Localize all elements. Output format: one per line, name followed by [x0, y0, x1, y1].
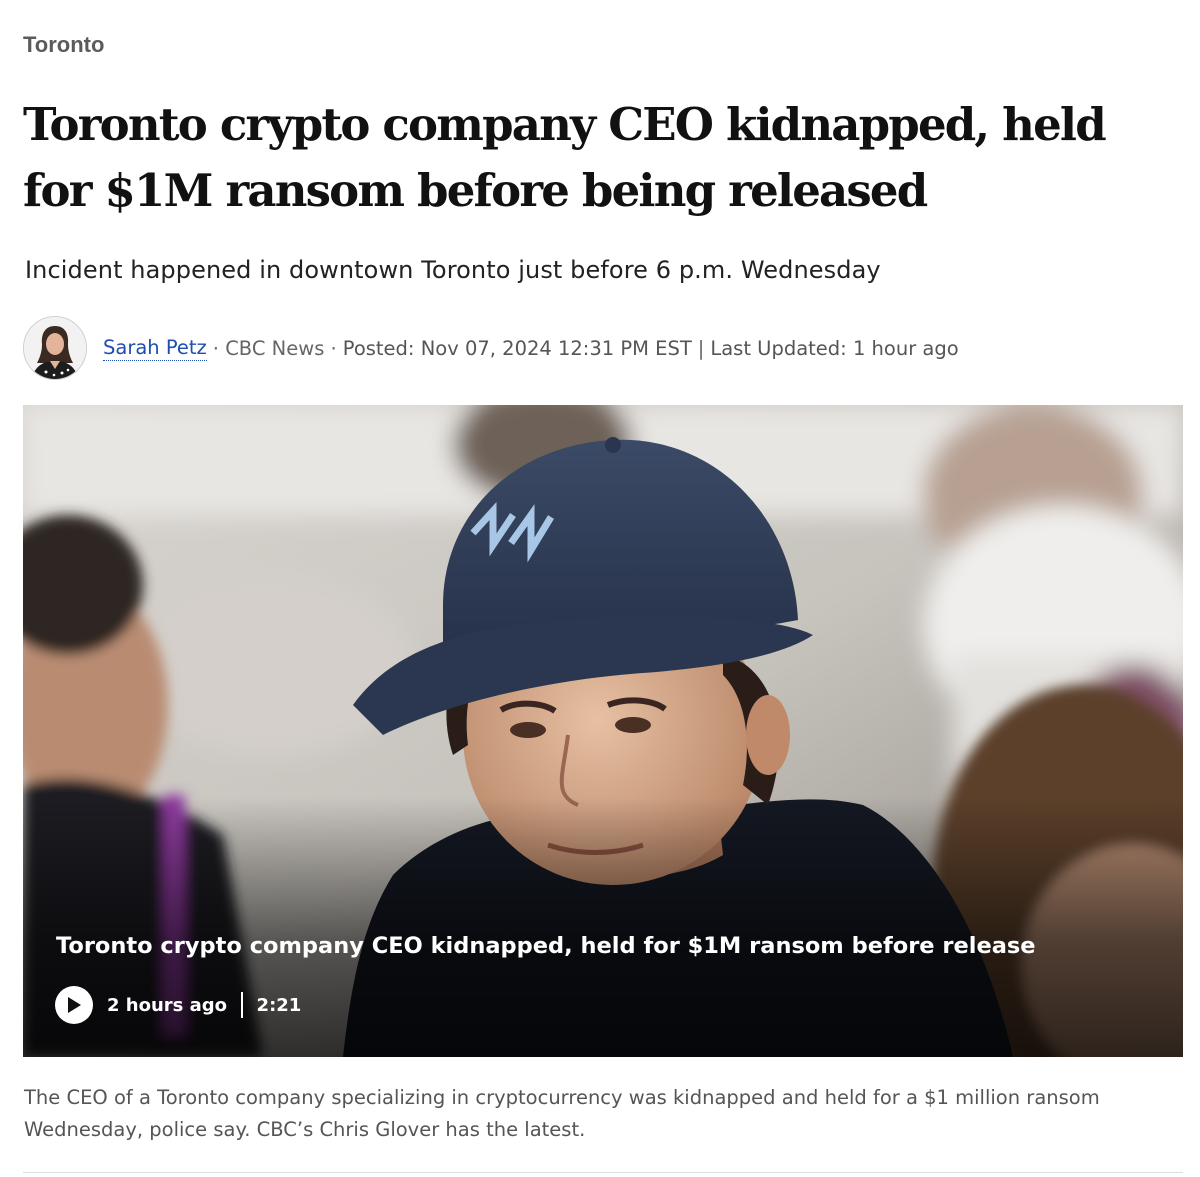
- video-title[interactable]: Toronto crypto company CEO kidnapped, he…: [56, 933, 1036, 959]
- video-age: 2 hours ago: [107, 994, 228, 1016]
- article-page: Toronto Toronto crypto company CEO kidna…: [0, 0, 1200, 1177]
- section-link-toronto[interactable]: Toronto: [23, 32, 104, 58]
- article-headline: Toronto crypto company CEO kidnapped, he…: [23, 98, 1107, 217]
- video-caption: The CEO of a Toronto company specializin…: [24, 1086, 1100, 1141]
- play-button[interactable]: [55, 986, 93, 1024]
- divider: [23, 1172, 1183, 1173]
- byline: Sarah Petz · CBC News · Posted: Nov 07, …: [23, 316, 959, 380]
- video-meta: 2 hours ago 2:21: [55, 986, 301, 1024]
- video-player[interactable]: Toronto crypto company CEO kidnapped, he…: [23, 405, 1183, 1057]
- video-duration: 2:21: [256, 994, 302, 1016]
- author-link[interactable]: Sarah Petz: [103, 336, 207, 361]
- author-avatar-image: [24, 317, 86, 379]
- byline-outlet: · CBC News ·: [212, 336, 337, 360]
- byline-posted: Posted: Nov 07, 2024 12:31 PM EST: [342, 336, 692, 360]
- play-icon: [68, 997, 81, 1013]
- video-meta-divider: [241, 992, 243, 1018]
- author-avatar[interactable]: [23, 316, 87, 380]
- byline-updated: Last Updated: 1 hour ago: [710, 336, 959, 360]
- article-deck: Incident happened in downtown Toronto ju…: [25, 256, 881, 284]
- byline-divider: |: [697, 336, 705, 360]
